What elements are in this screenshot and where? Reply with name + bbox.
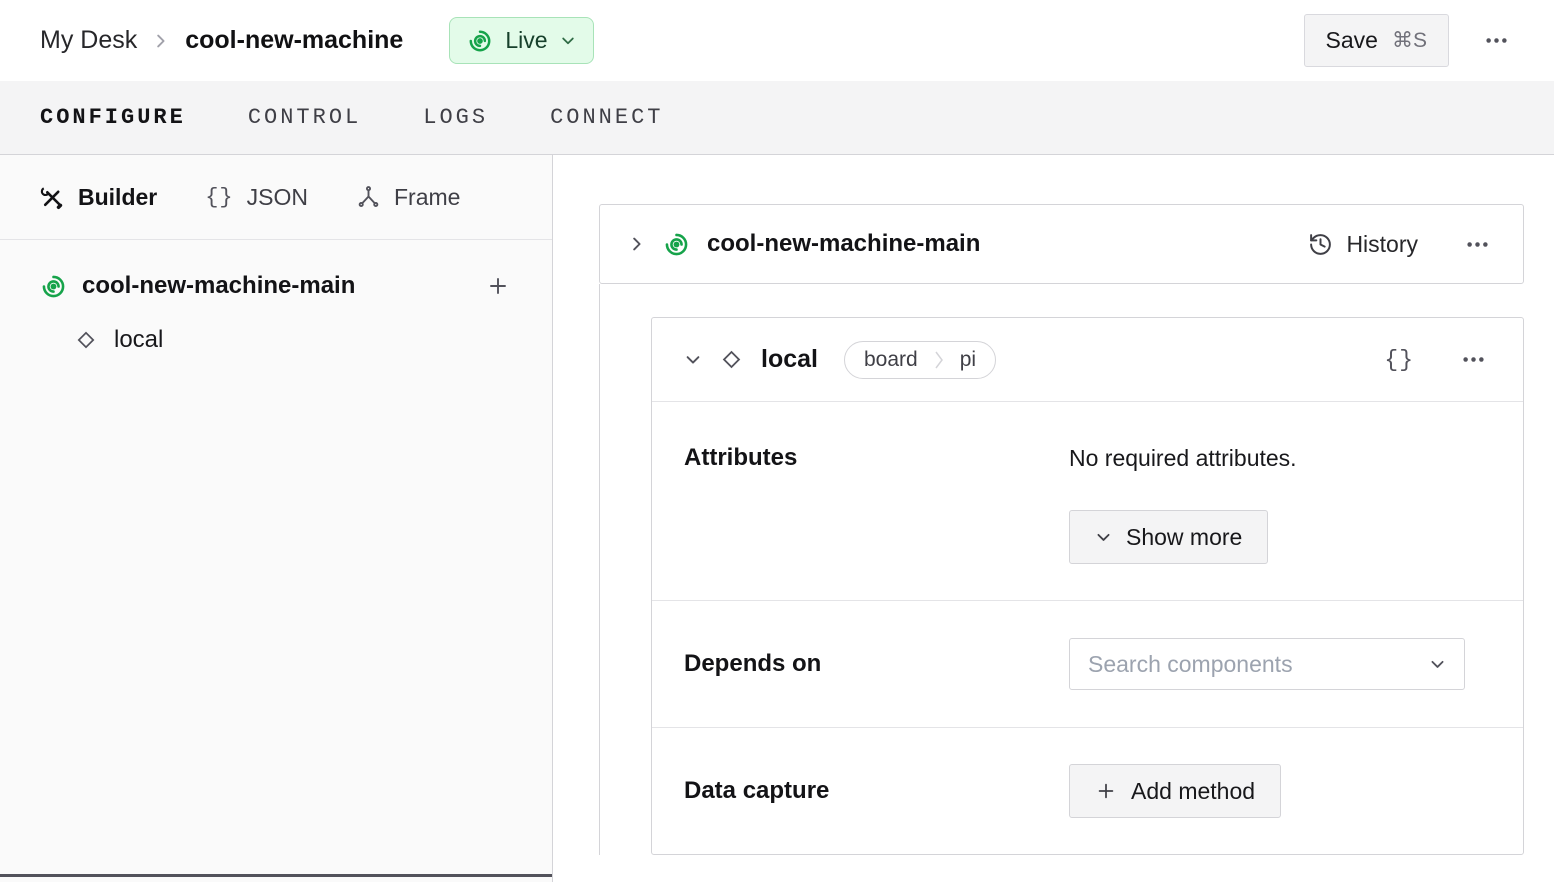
depends-on-section: Depends on Search components — [652, 600, 1523, 727]
add-method-button[interactable]: Add method — [1069, 764, 1281, 818]
component-indent-guide: local board pi {} — [599, 284, 1524, 855]
component-title: local — [761, 345, 818, 374]
tools-icon — [40, 185, 65, 210]
component-menu-button[interactable] — [1456, 342, 1491, 377]
braces-icon: {} — [205, 185, 233, 210]
machine-card-menu-button[interactable] — [1460, 227, 1495, 262]
attributes-label: Attributes — [684, 442, 1069, 564]
chevron-down-icon[interactable] — [684, 351, 702, 369]
view-frame[interactable]: Frame — [356, 184, 460, 211]
machine-part-icon — [40, 273, 67, 300]
tree-item-machine-label: cool-new-machine-main — [82, 272, 355, 300]
save-button[interactable]: Save ⌘S — [1304, 14, 1449, 67]
live-label: Live — [505, 27, 547, 54]
plus-icon — [1095, 780, 1117, 802]
view-builder-label: Builder — [78, 184, 157, 211]
view-builder[interactable]: Builder — [40, 184, 157, 211]
view-frame-label: Frame — [394, 184, 460, 211]
component-model-label: pi — [960, 348, 976, 372]
sidebar-bottom-drawer-handle[interactable] — [0, 874, 552, 882]
component-diamond-icon — [73, 327, 99, 353]
chevron-down-icon — [1429, 656, 1446, 673]
edit-json-button[interactable]: {} — [1384, 347, 1414, 373]
chevron-right-icon — [152, 32, 170, 50]
machine-part-icon — [663, 231, 690, 258]
top-header: My Desk cool-new-machine Live Save — [0, 0, 1554, 81]
chevron-down-icon — [1095, 529, 1112, 546]
component-card-header: local board pi {} — [652, 318, 1523, 402]
live-status-button[interactable]: Live — [449, 17, 593, 64]
main-panel: cool-new-machine-main History — [553, 155, 1554, 882]
depends-on-content: Search components — [1069, 638, 1491, 690]
tab-configure[interactable]: CONFIGURE — [40, 105, 186, 130]
attributes-content: No required attributes. Show more — [1069, 442, 1491, 564]
add-method-label: Add method — [1131, 778, 1255, 805]
history-label: History — [1346, 231, 1418, 258]
sidebar: Builder {} JSON Frame — [0, 155, 553, 882]
machine-card-actions: History — [1308, 227, 1495, 262]
main-tab-bar: CONFIGURE CONTROL LOGS CONNECT — [0, 81, 1554, 155]
history-icon — [1308, 232, 1333, 257]
history-button[interactable]: History — [1308, 231, 1418, 258]
machine-live-icon — [467, 28, 493, 54]
component-type-label: board — [864, 348, 918, 372]
tab-connect[interactable]: CONNECT — [550, 105, 663, 130]
show-more-label: Show more — [1126, 524, 1242, 551]
view-json[interactable]: {} JSON — [205, 184, 308, 211]
frame-axes-icon — [356, 185, 381, 210]
content-area: Builder {} JSON Frame — [0, 155, 1554, 882]
breadcrumb: My Desk cool-new-machine — [40, 26, 403, 55]
component-card-local: local board pi {} — [651, 317, 1524, 855]
chevron-right-icon — [931, 349, 947, 371]
tab-logs[interactable]: LOGS — [423, 105, 488, 130]
data-capture-label: Data capture — [684, 777, 1069, 805]
component-type-badge: board pi — [844, 341, 996, 379]
save-shortcut: ⌘S — [1392, 28, 1427, 53]
machine-part-card: cool-new-machine-main History — [599, 204, 1524, 284]
save-label: Save — [1326, 27, 1378, 54]
depends-on-label: Depends on — [684, 650, 1069, 678]
header-overflow-menu-button[interactable] — [1479, 23, 1514, 58]
chevron-right-icon[interactable] — [628, 235, 646, 253]
show-more-button[interactable]: Show more — [1069, 510, 1268, 564]
tab-control[interactable]: CONTROL — [248, 105, 361, 130]
component-card-actions: {} — [1384, 342, 1491, 377]
add-component-button[interactable] — [484, 272, 512, 300]
depends-on-placeholder: Search components — [1088, 651, 1293, 678]
app-window: My Desk cool-new-machine Live Save — [0, 0, 1554, 882]
data-capture-section: Data capture Add method — [652, 727, 1523, 854]
breadcrumb-current: cool-new-machine — [185, 26, 403, 55]
chevron-down-icon — [560, 33, 576, 49]
machine-part-title: cool-new-machine-main — [707, 230, 980, 258]
component-diamond-icon — [718, 346, 745, 373]
attributes-section: Attributes No required attributes. Show … — [652, 402, 1523, 600]
breadcrumb-root[interactable]: My Desk — [40, 26, 137, 55]
depends-on-select[interactable]: Search components — [1069, 638, 1465, 690]
header-actions: Save ⌘S — [1304, 14, 1514, 67]
tree-item-machine[interactable]: cool-new-machine-main — [40, 272, 512, 300]
view-json-label: JSON — [247, 184, 308, 211]
attributes-empty-text: No required attributes. — [1069, 442, 1491, 472]
tree-item-local-label: local — [114, 326, 163, 354]
data-capture-content: Add method — [1069, 764, 1491, 818]
config-view-switcher: Builder {} JSON Frame — [0, 155, 552, 240]
machine-part-tree: cool-new-machine-main local — [0, 240, 552, 354]
tree-item-local[interactable]: local — [40, 326, 512, 354]
